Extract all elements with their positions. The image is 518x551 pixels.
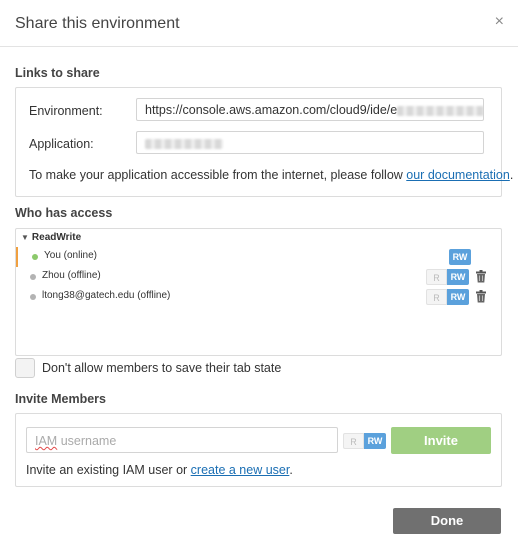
iam-placeholder-rest: username [57, 434, 117, 448]
permission-r-button[interactable]: R [426, 269, 447, 285]
create-user-link[interactable]: create a new user [191, 463, 290, 477]
iam-username-input[interactable]: IAM username [26, 427, 338, 453]
dialog-header: Share this environment × [0, 0, 518, 47]
tab-state-label: Don't allow members to save their tab st… [42, 361, 282, 375]
invite-section-title: Invite Members [15, 392, 107, 406]
trash-icon[interactable] [475, 290, 487, 303]
offline-status-dot [30, 294, 36, 300]
redacted-url-blur [397, 105, 483, 116]
done-button[interactable]: Done [393, 508, 501, 534]
invite-hint: Invite an existing IAM user or create a … [26, 463, 293, 477]
iam-placeholder-prefix: IAM [35, 434, 58, 448]
share-dialog: Share this environment × Links to share … [0, 0, 518, 551]
invite-hint-body: Invite an existing IAM user or [26, 463, 191, 477]
share-info-end: . [509, 168, 514, 182]
tab-state-checkbox[interactable] [15, 358, 35, 378]
member-row: You (online) RW [16, 247, 501, 267]
online-status-dot [32, 254, 38, 260]
invite-permission-rw-button[interactable]: RW [364, 433, 386, 449]
access-list-box: ▼ ReadWrite You (online) RW Zhou (offline… [15, 228, 502, 356]
offline-status-dot [30, 274, 36, 280]
share-info-text: To make your application accessible from… [29, 168, 513, 182]
permission-r-button[interactable]: R [426, 289, 447, 305]
invite-hint-end: . [289, 463, 293, 477]
application-label: Application: [29, 137, 94, 151]
permission-rw-button[interactable]: RW [449, 249, 471, 265]
invite-permission-r-button[interactable]: R [343, 433, 364, 449]
group-header-readwrite[interactable]: ▼ ReadWrite [21, 232, 81, 243]
dialog-title: Share this environment [15, 15, 180, 32]
documentation-link[interactable]: our documentation [406, 168, 510, 182]
environment-url-field[interactable]: https://console.aws.amazon.com/cloud9/id… [136, 98, 484, 121]
links-section-title: Links to share [15, 66, 100, 80]
member-row: Zhou (offline) R RW [16, 267, 499, 287]
member-name: Zhou (offline) [42, 270, 101, 281]
invite-button[interactable]: Invite [391, 427, 491, 454]
trash-icon[interactable] [475, 270, 487, 283]
application-url-field[interactable] [136, 131, 484, 154]
environment-url-text: https://console.aws.amazon.com/cloud9/id… [145, 103, 398, 117]
links-box: Environment: https://console.aws.amazon.… [15, 87, 513, 197]
member-name: ltong38@gatech.edu (offline) [42, 290, 171, 301]
group-label: ReadWrite [31, 232, 82, 243]
permission-rw-button[interactable]: RW [447, 289, 469, 305]
redacted-app-url-blur [145, 138, 223, 149]
permission-rw-button[interactable]: RW [447, 269, 469, 285]
invite-box: IAM username R RW Invite Invite an exist… [15, 413, 502, 487]
access-section-title: Who has access [15, 206, 113, 220]
share-info-body: To make your application accessible from… [29, 168, 407, 182]
close-icon[interactable]: × [495, 13, 504, 31]
environment-label: Environment: [29, 104, 103, 118]
member-row: ltong38@gatech.edu (offline) R RW [16, 287, 499, 307]
collapse-triangle-icon: ▼ [21, 233, 29, 242]
member-name: You (online) [44, 250, 98, 261]
